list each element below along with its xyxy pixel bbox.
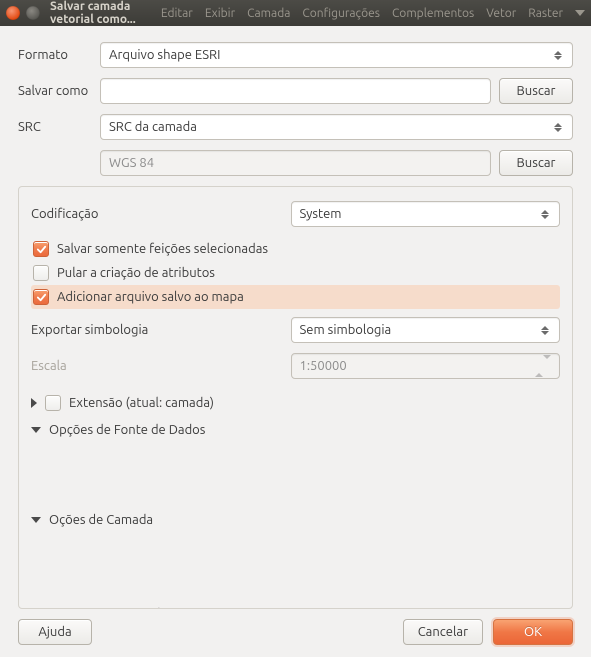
customizadas-label: Opções Customizadas	[45, 607, 173, 609]
src-readonly: WGS 84	[100, 150, 491, 176]
spin-icon	[552, 123, 564, 132]
background-menubar: Editar Exibir Camada Configurações Compl…	[161, 7, 585, 20]
checkbox-adicionar-label: Adicionar arquivo salvo ao mapa	[57, 290, 244, 304]
escala-readonly: 1:50000	[291, 353, 561, 379]
fonte-dados-label: Opções de Fonte de Dados	[49, 423, 205, 437]
camada-label: Oções de Camada	[49, 513, 153, 527]
formato-value: Arquivo shape ESRI	[109, 48, 220, 62]
checkbox-extensao[interactable]	[45, 395, 61, 411]
exportar-label: Exportar simbologia	[31, 323, 283, 337]
src-combo[interactable]: SRC da camada	[100, 114, 573, 140]
window-buttons	[6, 6, 40, 20]
salvar-como-input[interactable]	[100, 78, 491, 104]
spin-icon	[552, 51, 564, 60]
spin-icon	[539, 210, 551, 219]
buscar-button-2[interactable]: Buscar	[499, 150, 573, 176]
chevron-down-icon	[575, 7, 585, 20]
codificacao-combo[interactable]: System	[291, 201, 561, 227]
src-value: SRC da camada	[109, 120, 197, 134]
spin-icon	[535, 359, 551, 373]
checkbox-selecionadas[interactable]	[33, 241, 49, 257]
codificacao-label: Codificação	[31, 207, 283, 221]
options-panel: Codificação System Salvar somente feiçõe…	[18, 186, 573, 609]
check-icon	[36, 292, 47, 303]
extensao-label: Extensão (atual: camada)	[69, 396, 214, 410]
fonte-dados-body	[31, 443, 560, 507]
close-icon[interactable]	[6, 6, 20, 20]
ajuda-button[interactable]: Ajuda	[18, 619, 92, 645]
check-icon	[36, 244, 47, 255]
disclose-camada[interactable]: Oções de Camada	[31, 507, 560, 533]
buscar-button-1[interactable]: Buscar	[499, 78, 573, 104]
ok-button[interactable]: OK	[493, 619, 573, 645]
disclose-fonte-dados[interactable]: Opções de Fonte de Dados	[31, 417, 560, 443]
src-label: SRC	[18, 120, 100, 134]
checkbox-pular-label: Pular a criação de atributos	[57, 266, 215, 280]
spin-icon	[539, 326, 551, 335]
salvar-como-label: Salvar como	[18, 84, 100, 98]
minimize-icon[interactable]	[26, 6, 40, 20]
titlebar: Salvar camada vetorial como... Editar Ex…	[0, 0, 591, 26]
camada-body	[31, 533, 560, 597]
disclose-extensao[interactable]: Extensão (atual: camada)	[31, 389, 560, 417]
checkbox-adicionar[interactable]	[33, 289, 49, 305]
chevron-down-icon	[31, 427, 41, 433]
window-title: Salvar camada vetorial como...	[50, 0, 149, 26]
exportar-combo[interactable]: Sem simbologia	[291, 317, 561, 343]
escala-label: Escala	[31, 359, 283, 373]
formato-combo[interactable]: Arquivo shape ESRI	[100, 42, 573, 68]
salvar-como-field[interactable]	[109, 84, 482, 99]
disclose-customizadas[interactable]: Opções Customizadas	[31, 601, 560, 609]
formato-label: Formato	[18, 48, 100, 62]
checkbox-selecionadas-label: Salvar somente feições selecionadas	[57, 242, 268, 256]
chevron-right-icon	[31, 398, 37, 408]
cancelar-button[interactable]: Cancelar	[403, 619, 483, 645]
chevron-down-icon	[31, 517, 41, 523]
checkbox-pular[interactable]	[33, 265, 49, 281]
